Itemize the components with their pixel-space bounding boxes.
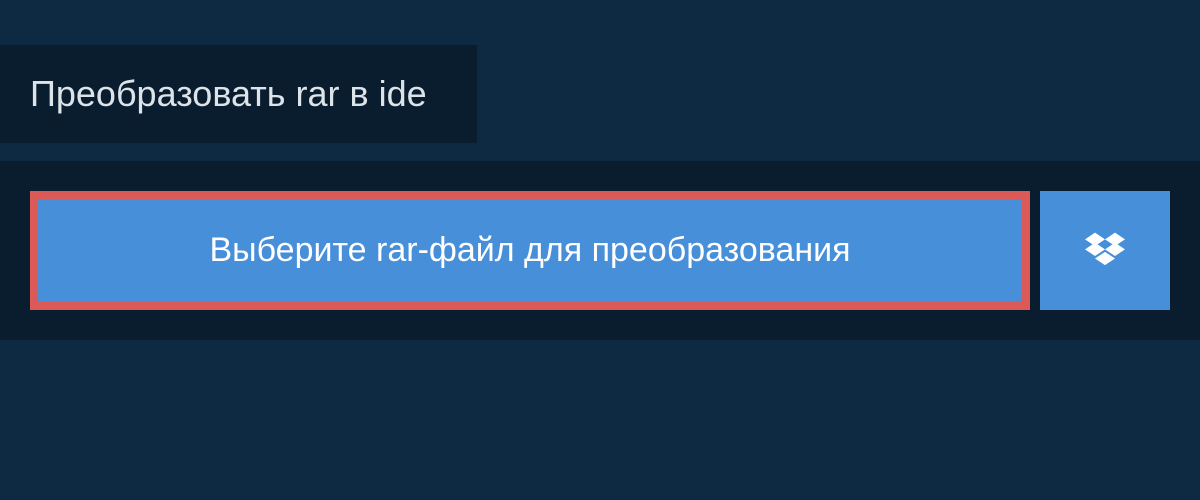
file-select-label: Выберите rar-файл для преобразования — [209, 231, 850, 270]
title-bar: Преобразовать rar в ide — [0, 45, 477, 143]
file-select-button[interactable]: Выберите rar-файл для преобразования — [30, 191, 1030, 310]
dropbox-icon — [1085, 231, 1125, 271]
upload-section: Выберите rar-файл для преобразования — [0, 161, 1200, 340]
page-title: Преобразовать rar в ide — [30, 73, 427, 115]
dropbox-button[interactable] — [1040, 191, 1170, 310]
